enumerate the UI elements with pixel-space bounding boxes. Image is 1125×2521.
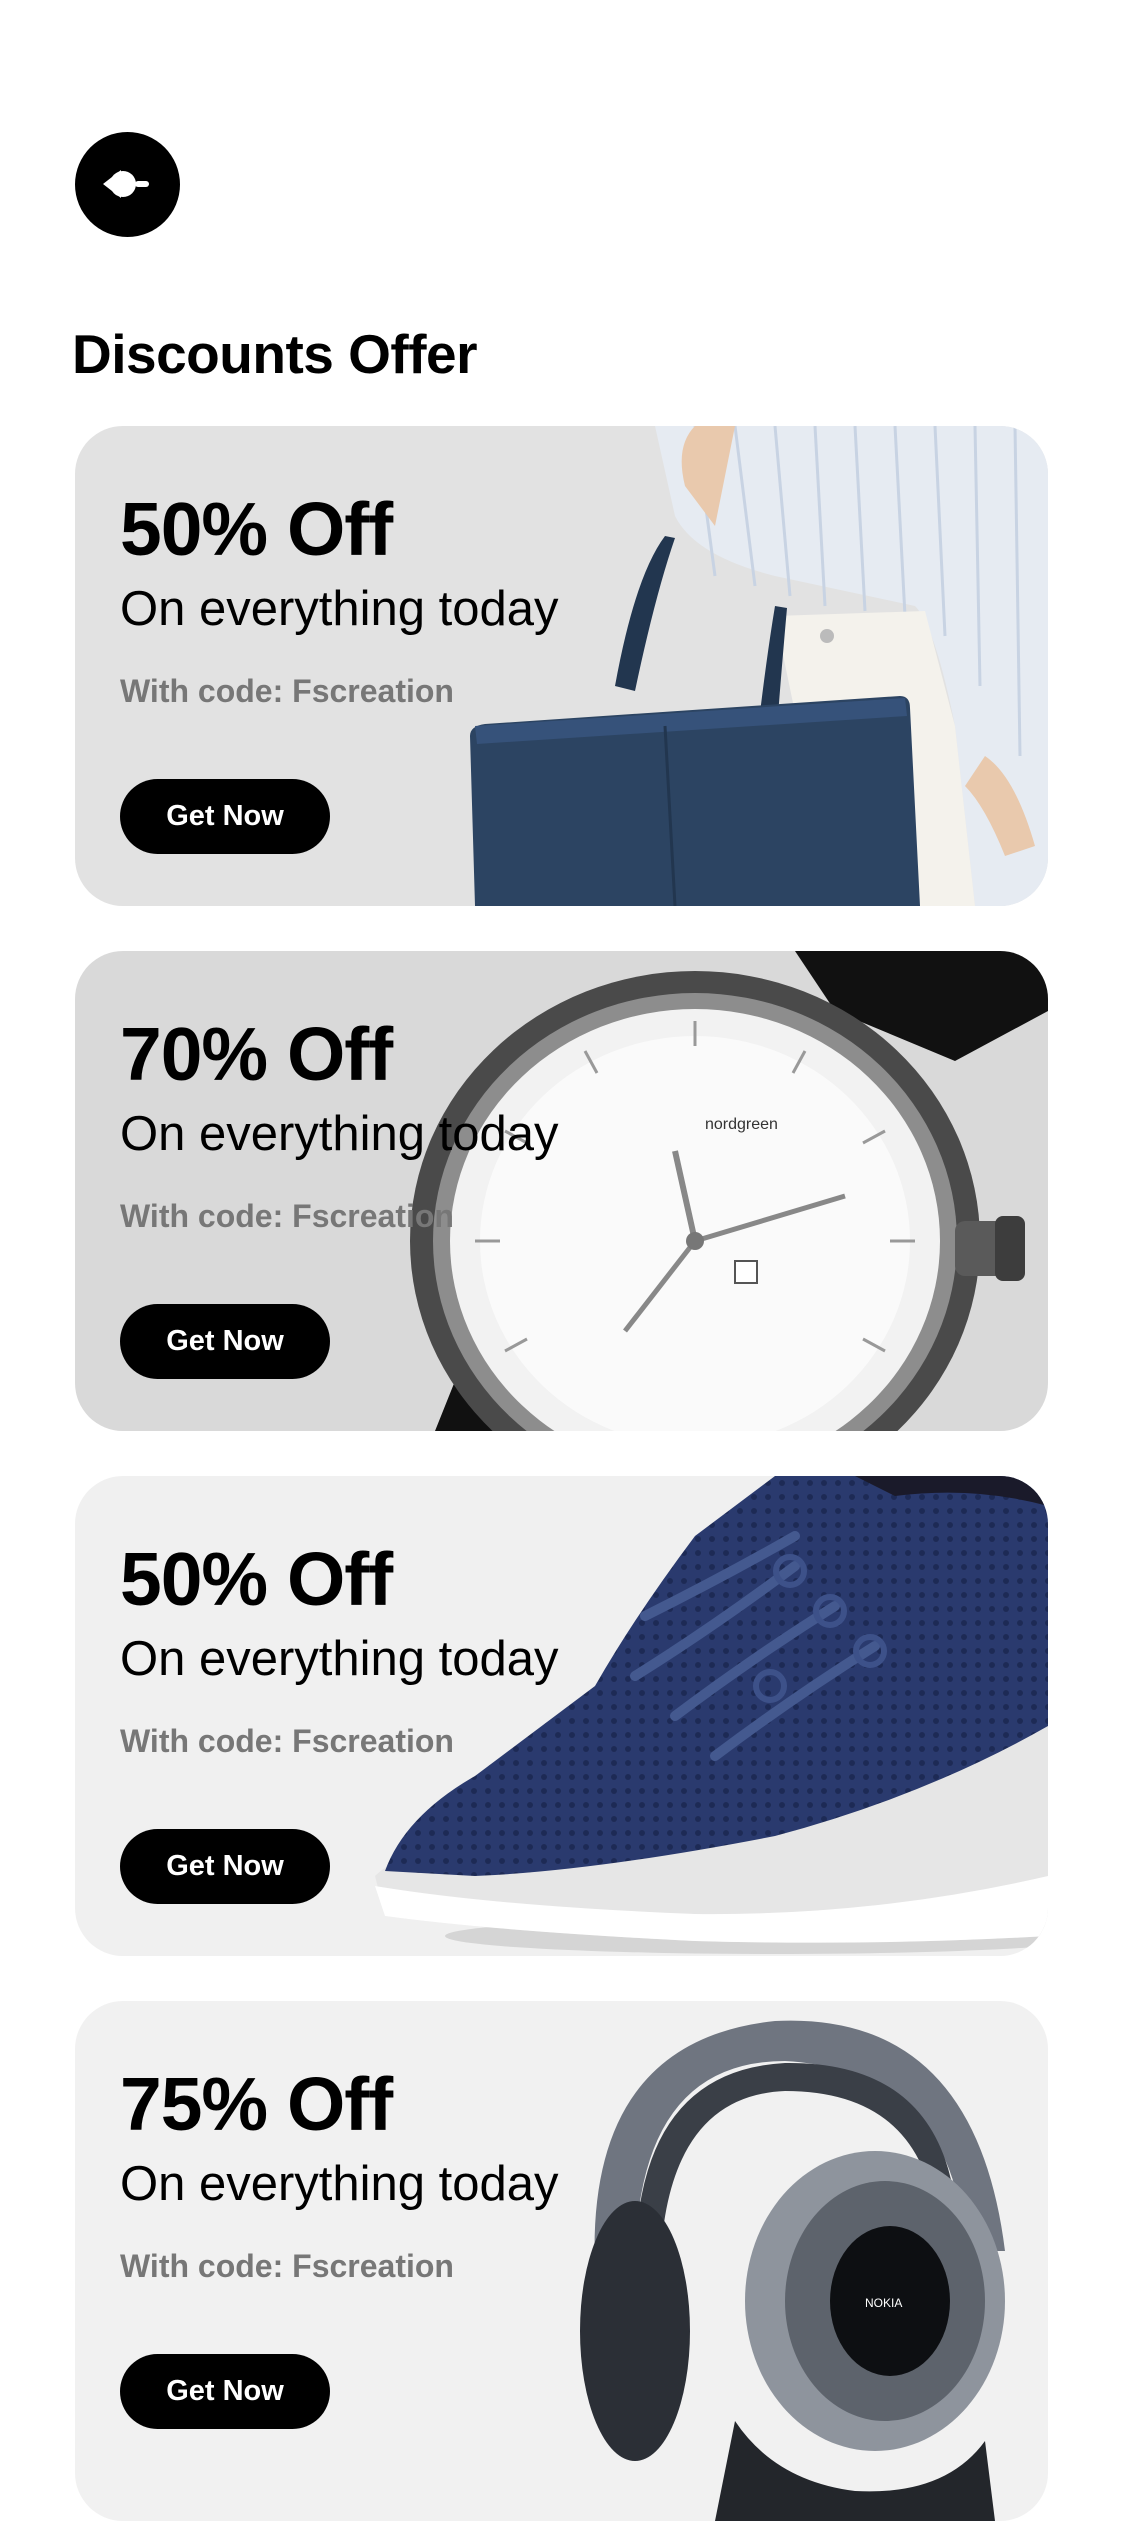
promo-code: With code: Fscreation [120, 1197, 454, 1234]
promo-code: With code: Fscreation [120, 1722, 454, 1759]
discount-percent: 70% Off [120, 1012, 393, 1096]
watch-brand: nordgreen [705, 1116, 778, 1133]
get-now-button[interactable]: Get Now [120, 1829, 330, 1904]
get-now-button[interactable]: Get Now [120, 779, 330, 854]
discount-percent: 50% Off [120, 487, 393, 571]
promo-code: With code: Fscreation [120, 672, 454, 709]
offer-card[interactable]: nordgreen 70% Off On everything today Wi… [75, 951, 1048, 1431]
discount-percent: 50% Off [120, 1537, 393, 1621]
offer-subtitle: On everything today [120, 1632, 559, 1686]
offer-subtitle: On everything today [120, 1107, 559, 1161]
svg-text:NOKIA: NOKIA [865, 2296, 902, 2310]
offer-subtitle: On everything today [120, 582, 559, 636]
get-now-button[interactable]: Get Now [120, 2354, 330, 2429]
offer-card[interactable]: 50% Off On everything today With code: F… [75, 426, 1048, 906]
offer-card[interactable]: NOKIA 75% Off On everything today With c… [75, 2001, 1048, 2521]
offer-subtitle: On everything today [120, 2157, 559, 2211]
back-arrow-icon [103, 170, 149, 198]
promo-code: With code: Fscreation [120, 2247, 454, 2284]
discount-percent: 75% Off [120, 2062, 393, 2146]
offer-card[interactable]: 50% Off On everything today With code: F… [75, 1476, 1048, 1956]
back-button[interactable] [75, 132, 180, 237]
get-now-button[interactable]: Get Now [120, 1304, 330, 1379]
page-title: Discounts Offer [72, 323, 478, 385]
